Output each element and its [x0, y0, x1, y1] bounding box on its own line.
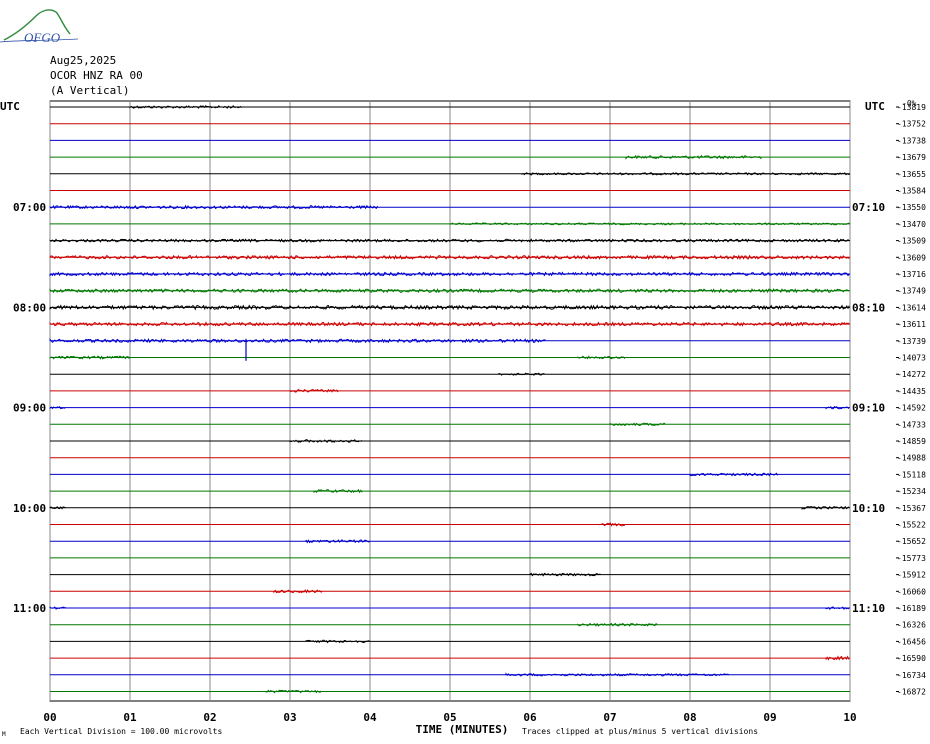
trace-noise-3 — [49, 204, 379, 210]
trace-offset-label: -13655 — [897, 170, 926, 179]
right-time-label: 11:10 — [852, 602, 885, 615]
x-tick-label: 10 — [843, 711, 856, 724]
left-time-label: 07:00 — [13, 201, 46, 214]
trace-offset-label: -14272 — [897, 370, 926, 379]
trace-offset-label: -13550 — [897, 203, 926, 212]
trace-offset-label: -13611 — [897, 320, 926, 329]
trace-offset-label: -15773 — [897, 554, 926, 563]
trace-offset-label: -16326 — [897, 621, 926, 630]
footer-scale-note: Each Vertical Division = 100.00 microvol… — [20, 727, 222, 736]
trace-offset-label: -14988 — [897, 454, 926, 463]
trace-offset-label: -14733 — [897, 420, 926, 429]
trace-offset-label: -14435 — [897, 387, 926, 396]
helicorder-page: OFGO Aug25,2025 OCOR HNZ RA 00 (A Vertic… — [0, 0, 930, 744]
trace-offset-label: -13819 — [897, 103, 926, 112]
helicorder-plot: UTC UTC -0%07:0008:0009:0010:0011:0007:100… — [0, 99, 926, 738]
trace-offset-label: -16456 — [897, 637, 926, 646]
left-time-label: 08:00 — [13, 301, 46, 314]
trace-noise-0 — [129, 104, 242, 109]
trace-noise-16 — [49, 405, 66, 410]
x-tick-label: 00 — [43, 711, 56, 724]
trace-offset-label: -15118 — [897, 470, 926, 479]
x-axis-label: TIME (MINUTES) — [416, 723, 509, 736]
corner-mark: M — [2, 731, 6, 738]
x-tick-label: 07 — [603, 711, 616, 724]
trace-offset-label: -13749 — [897, 287, 926, 296]
left-time-label: 09:00 — [13, 402, 46, 415]
right-time-label: 08:10 — [852, 301, 885, 314]
trace-offset-label: -14592 — [897, 404, 926, 413]
utc-label-left: UTC — [0, 100, 20, 113]
trace-offset-label: -13716 — [897, 270, 926, 279]
trace-offset-label: -16060 — [897, 587, 926, 596]
trace-offset-label: -15367 — [897, 504, 926, 513]
trace-noise-14 — [497, 372, 546, 376]
x-tick-label: 03 — [283, 711, 296, 724]
x-tick-label: 06 — [523, 711, 537, 724]
right-time-label: 10:10 — [852, 502, 885, 515]
x-tick-label: 04 — [363, 711, 377, 724]
x-tick-label: 09 — [763, 711, 776, 724]
trace-offset-label: -13584 — [897, 187, 926, 196]
footer-clip-note: Traces clipped at plus/minus 5 vertical … — [522, 727, 758, 736]
right-time-label: 07:10 — [852, 201, 885, 214]
trace-offset-label: -16734 — [897, 671, 926, 680]
trace-offset-label: -13738 — [897, 136, 926, 145]
trace-offset-label: -15912 — [897, 571, 926, 580]
trace-noise-1 — [625, 154, 762, 160]
trace-offset-label: -13609 — [897, 253, 926, 262]
x-tick-label: 02 — [203, 711, 216, 724]
trace-noise-15 — [289, 388, 339, 393]
trace-offset-label: -13509 — [897, 237, 926, 246]
right-time-label: 09:10 — [852, 402, 885, 415]
trace-offset-label: -16189 — [897, 604, 926, 613]
trace-offset-label: -13752 — [897, 120, 926, 129]
trace-offset-label: -15652 — [897, 537, 926, 546]
trace-offset-label: -16590 — [897, 654, 926, 663]
trace-noise-17 — [825, 405, 850, 410]
trace-offset-label: -16872 — [897, 688, 926, 697]
trace-noise-4 — [449, 222, 850, 226]
trace-offset-label: -14073 — [897, 354, 926, 363]
x-tick-label: 08 — [683, 711, 696, 724]
trace-offset-label: -15522 — [897, 521, 926, 530]
trace-offset-label: -15234 — [897, 487, 926, 496]
trace-noise-32 — [825, 655, 850, 661]
utc-label-right: UTC — [865, 100, 885, 113]
trace-offset-label: -13679 — [897, 153, 926, 162]
trace-offset-label: -14859 — [897, 437, 926, 446]
left-time-label: 11:00 — [13, 602, 46, 615]
trace-offset-label: -13614 — [897, 303, 926, 312]
x-tick-label: 01 — [123, 711, 137, 724]
trace-offset-label: -13739 — [897, 337, 926, 346]
trace-offset-label: -13470 — [897, 220, 926, 229]
left-time-label: 10:00 — [13, 502, 46, 515]
trace-noise-31 — [305, 639, 370, 644]
